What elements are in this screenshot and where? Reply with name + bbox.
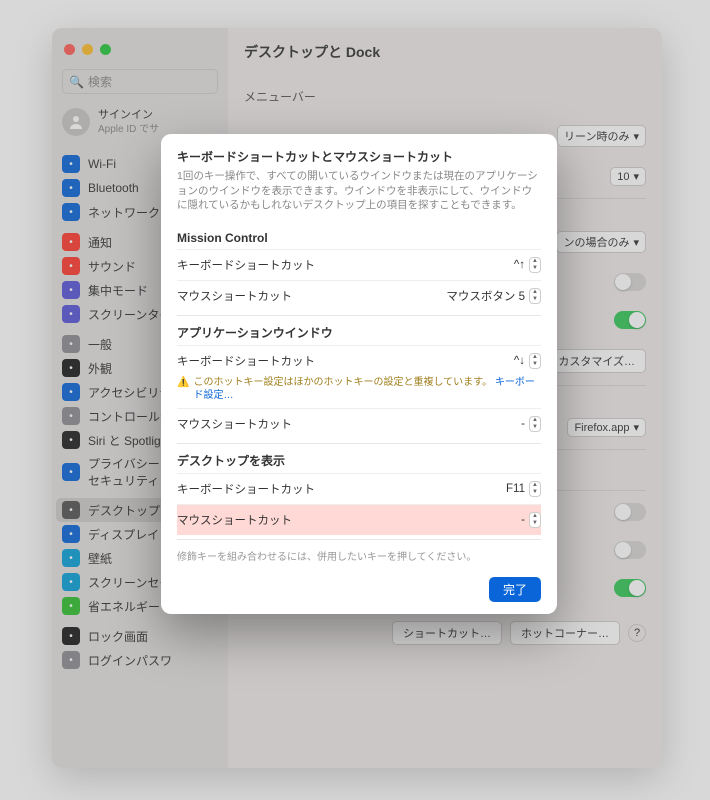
warning-text: ⚠️このホットキー設定はほかのホットキーの設定と重複しています。 キーボード設定… xyxy=(177,376,541,408)
stepper-icon[interactable]: ▲▼ xyxy=(529,257,541,273)
modal-section-heading: デスクトップを表示 xyxy=(177,443,541,473)
modal-hint: 修飾キーを組み合わせるには、併用したいキーを押してください。 xyxy=(177,539,541,567)
stepper-icon[interactable]: ▲▼ xyxy=(529,353,541,369)
shortcut-value[interactable]: -▲▼ xyxy=(521,512,541,528)
shortcut-label: マウスショートカット xyxy=(177,288,292,304)
shortcut-row: キーボードショートカット F11▲▼ xyxy=(177,473,541,504)
shortcut-row: キーボードショートカット ^↓▲▼ xyxy=(177,345,541,376)
shortcut-value[interactable]: ^↑▲▼ xyxy=(514,257,541,273)
shortcut-label: キーボードショートカット xyxy=(177,353,315,369)
stepper-icon[interactable]: ▲▼ xyxy=(529,288,541,304)
modal-title: キーボードショートカットとマウスショートカット xyxy=(177,148,541,165)
modal-section-heading: Mission Control xyxy=(177,223,541,249)
shortcut-label: キーボードショートカット xyxy=(177,481,315,497)
modal-section-heading: アプリケーションウインドウ xyxy=(177,315,541,345)
warning-icon: ⚠️ xyxy=(177,376,189,389)
shortcut-label: マウスショートカット xyxy=(177,416,292,432)
shortcut-label: キーボードショートカット xyxy=(177,257,315,273)
stepper-icon[interactable]: ▲▼ xyxy=(529,416,541,432)
done-button[interactable]: 完了 xyxy=(489,577,541,602)
shortcut-value[interactable]: マウスボタン 5▲▼ xyxy=(446,288,541,304)
modal-desc: 1回のキー操作で、すべての開いているウインドウまたは現在のアプリケーションのウイ… xyxy=(177,169,541,213)
shortcuts-modal: キーボードショートカットとマウスショートカット 1回のキー操作で、すべての開いて… xyxy=(161,134,557,614)
shortcut-row: マウスショートカット マウスボタン 5▲▼ xyxy=(177,280,541,311)
shortcut-row: マウスショートカット -▲▼ xyxy=(177,408,541,439)
stepper-icon[interactable]: ▲▼ xyxy=(529,512,541,528)
shortcut-row: キーボードショートカット ^↑▲▼ xyxy=(177,249,541,280)
shortcut-value[interactable]: F11▲▼ xyxy=(506,481,541,497)
shortcut-row: マウスショートカット -▲▼ xyxy=(177,504,541,535)
shortcut-label: マウスショートカット xyxy=(177,512,292,528)
stepper-icon[interactable]: ▲▼ xyxy=(529,481,541,497)
shortcut-value[interactable]: -▲▼ xyxy=(521,416,541,432)
keyboard-settings-link[interactable]: キーボード設定… xyxy=(193,377,534,401)
shortcut-value[interactable]: ^↓▲▼ xyxy=(514,353,541,369)
